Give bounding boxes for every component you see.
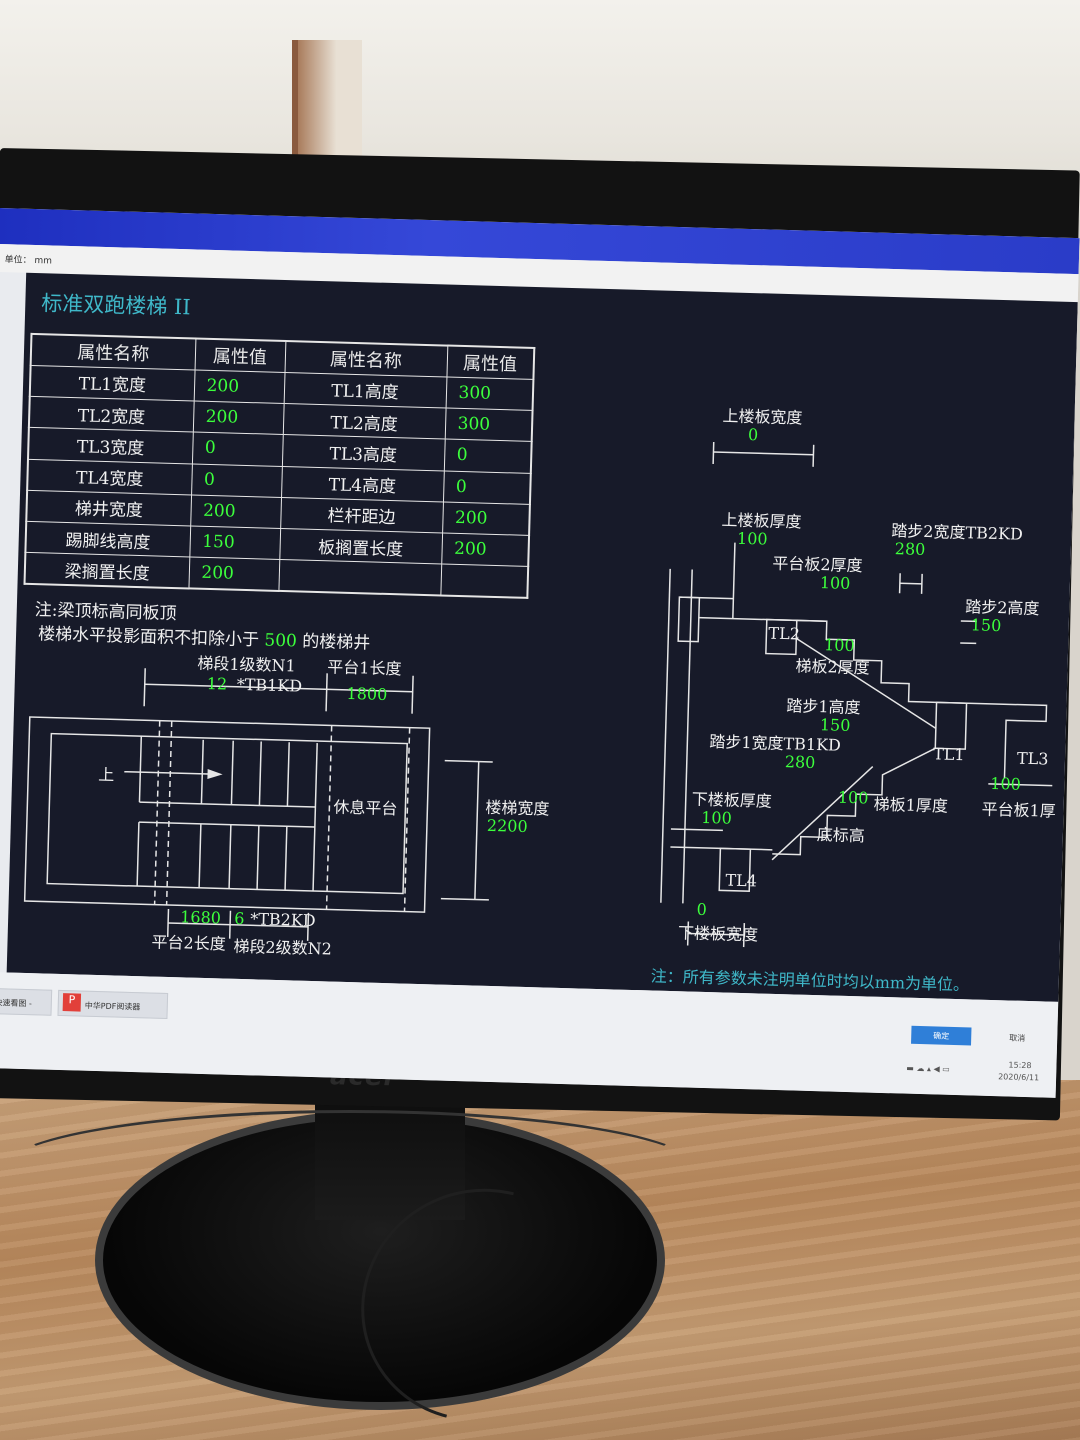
tl2-label: TL2 bbox=[768, 623, 801, 644]
lower-slab-width-label: 下楼板宽度 bbox=[677, 923, 759, 945]
system-tray: ▬ ☁ ▴ ◀ ▭ 15:28 2020/6/11 bbox=[894, 1057, 1055, 1091]
tray-icons: ▬ ☁ ▴ ◀ ▭ bbox=[906, 1063, 950, 1074]
flight1-thk-label: 梯板1厚度 bbox=[873, 794, 949, 816]
platform1-label: 平台1长度 bbox=[327, 657, 402, 679]
clock-time: 15:28 bbox=[1008, 1060, 1032, 1071]
platform1-thk-value[interactable]: 100 bbox=[990, 774, 1021, 794]
ok-button[interactable]: 确定 bbox=[911, 1025, 972, 1046]
clock-date: 2020/6/11 bbox=[998, 1072, 1040, 1083]
unit-label: 单位： bbox=[4, 255, 32, 266]
step2-height-value[interactable]: 150 bbox=[970, 615, 1001, 635]
taskbar-item-cad-viewer[interactable]: AD快速看图 - E... bbox=[0, 987, 53, 1016]
upper-slab-width-label: 上楼板宽度 bbox=[722, 406, 803, 428]
flight2-label: 梯段2级数N2 bbox=[233, 936, 333, 959]
tl3-label: TL3 bbox=[1016, 748, 1049, 769]
tl4-label: TL4 bbox=[725, 870, 758, 891]
unit-value: mm bbox=[34, 255, 53, 267]
flight1-unit: *TB1KD bbox=[236, 674, 303, 696]
flight1-count[interactable]: 12 bbox=[207, 674, 228, 694]
flight1-label: 梯段1级数N1 bbox=[197, 653, 296, 676]
platform1-thk-label: 平台板1厚 bbox=[981, 799, 1057, 821]
upper-slab-thk-value[interactable]: 100 bbox=[737, 529, 768, 549]
step1-width-value[interactable]: 280 bbox=[785, 752, 816, 772]
platform2-thk-label: 平台板2厚度 bbox=[772, 553, 863, 576]
screen: 单位： mm 标准双跑楼梯 II 属性名称 属性值 属性名称 属性值 TL1宽度… bbox=[0, 208, 1080, 1098]
step1-width-label: 踏步1宽度TB1KD bbox=[709, 732, 842, 755]
taskbar-item-pdf-reader[interactable]: P中华PDF阅读器 bbox=[57, 989, 169, 1019]
cancel-button[interactable]: 取消 bbox=[997, 1028, 1037, 1047]
platform2-thk-value[interactable]: 100 bbox=[820, 573, 851, 593]
pdf-reader-icon: P bbox=[62, 993, 82, 1012]
stair-parameter-dialog: 标准双跑楼梯 II 属性名称 属性值 属性名称 属性值 TL1宽度 200 TL… bbox=[6, 272, 1078, 1002]
cable bbox=[0, 1110, 700, 1230]
flight2-count[interactable]: 6 bbox=[234, 909, 245, 928]
lower-slab-thk-value[interactable]: 100 bbox=[701, 808, 732, 828]
tl1-label: TL1 bbox=[932, 744, 965, 765]
pdf-reader-label: 中华PDF阅读器 bbox=[84, 1001, 141, 1012]
lower-slab-width-value[interactable]: 0 bbox=[696, 900, 707, 919]
upper-slab-width-value[interactable]: 0 bbox=[748, 425, 759, 444]
flight2-thk-value[interactable]: 100 bbox=[824, 635, 855, 655]
step2-width-value[interactable]: 280 bbox=[895, 539, 926, 559]
flight2-thk-label: 梯板2厚度 bbox=[795, 656, 870, 678]
stair-width-value[interactable]: 2200 bbox=[487, 816, 528, 836]
up-arrow-label: 上 bbox=[97, 764, 115, 785]
platform1-value[interactable]: 1800 bbox=[346, 684, 387, 704]
bottom-elevation-label: 底标高 bbox=[816, 825, 866, 846]
platform2-label: 平台2长度 bbox=[151, 932, 226, 954]
stair-plan-drawing bbox=[23, 441, 1053, 948]
platform2-value[interactable]: 1680 bbox=[180, 907, 221, 927]
flight1-thk-value[interactable]: 100 bbox=[838, 788, 869, 808]
rest-platform-label: 休息平台 bbox=[333, 797, 398, 819]
flight2-unit: *TB2KD bbox=[249, 909, 316, 931]
